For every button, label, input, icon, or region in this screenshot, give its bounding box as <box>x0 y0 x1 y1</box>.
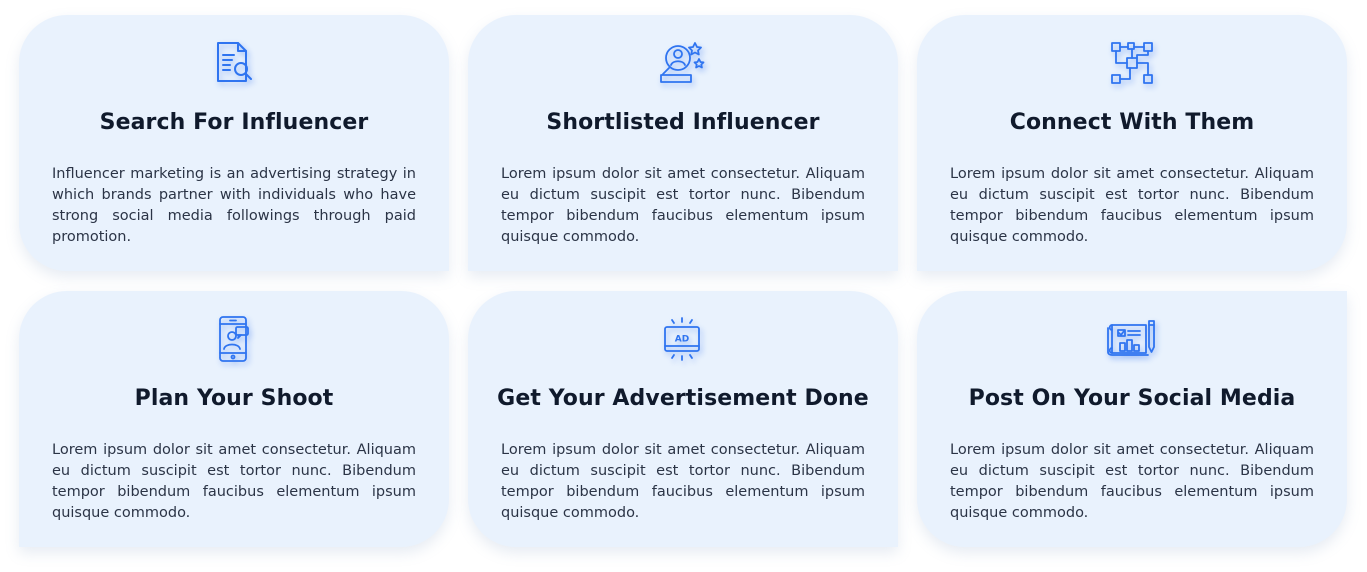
card-plan-your-shoot: Plan Your Shoot Lorem ipsum dolor sit am… <box>19 291 449 547</box>
card-description: Lorem ipsum dolor sit amet consectetur. … <box>501 442 865 521</box>
ad-label: AD <box>675 335 689 345</box>
card-post-on-your-social-media: Post On Your Social Media Lorem ipsum do… <box>917 291 1347 547</box>
card-description: Lorem ipsum dolor sit amet consectetur. … <box>52 442 416 521</box>
card-description: Lorem ipsum dolor sit amet consectetur. … <box>501 166 865 245</box>
card-title: Shortlisted Influencer <box>546 110 820 135</box>
mobile-profile-icon <box>208 313 260 365</box>
card-title: Post On Your Social Media <box>968 386 1296 411</box>
card-description: Influencer marketing is an advertising s… <box>52 166 416 245</box>
document-search-icon <box>208 37 260 89</box>
person-search-stars-icon <box>657 37 709 89</box>
card-shortlisted-influencer: Shortlisted Influencer Lorem ipsum dolor… <box>468 15 898 271</box>
card-title: Connect With Them <box>1009 110 1255 135</box>
card-title: Search For Influencer <box>99 110 369 135</box>
card-description: Lorem ipsum dolor sit amet consectetur. … <box>950 442 1314 521</box>
ad-screen-icon: AD <box>657 313 709 365</box>
card-title: Get Your Advertisement Done <box>497 386 869 411</box>
card-title: Plan Your Shoot <box>134 386 334 411</box>
network-nodes-icon <box>1106 37 1158 89</box>
card-connect-with-them: Connect With Them Lorem ipsum dolor sit … <box>917 15 1347 271</box>
blueprint-pencil-icon <box>1106 313 1158 365</box>
card-description: Lorem ipsum dolor sit amet consectetur. … <box>950 166 1314 245</box>
card-search-for-influencer: Search For Influencer Influencer marketi… <box>19 15 449 271</box>
steps-grid: Search For Influencer Influencer marketi… <box>0 0 1367 572</box>
card-get-your-advertisement-done: AD Get Your Advertisement Done Lorem ips… <box>468 291 898 547</box>
